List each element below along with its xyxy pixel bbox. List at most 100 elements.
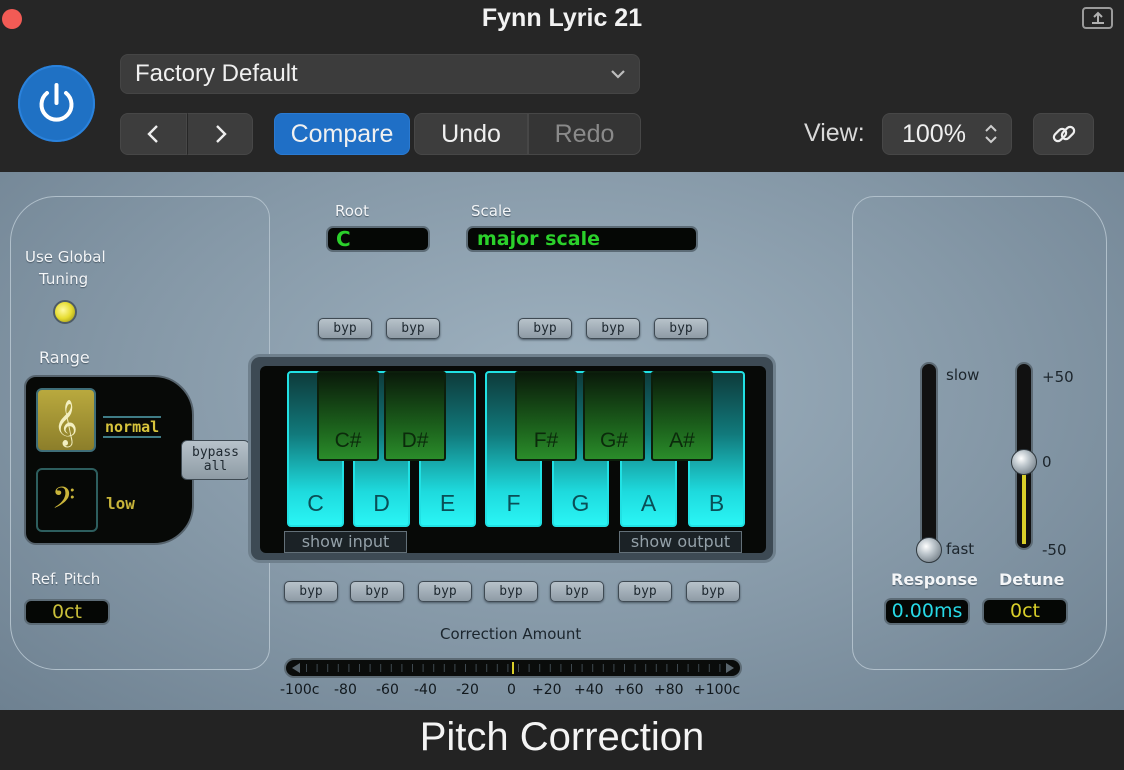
response-display[interactable]: 0.00ms bbox=[884, 598, 970, 625]
byp-d-sharp[interactable]: byp bbox=[386, 318, 440, 339]
ref-pitch-label: Ref. Pitch bbox=[31, 570, 101, 588]
bypass-all-button[interactable]: bypass all bbox=[181, 440, 250, 480]
response-fast-label: fast bbox=[946, 540, 975, 558]
response-slider-track[interactable] bbox=[920, 362, 938, 550]
correction-tick-mark bbox=[539, 664, 541, 672]
key-d-sharp[interactable]: D# bbox=[384, 371, 446, 461]
correction-tick-mark bbox=[486, 664, 488, 672]
correction-tick-mark bbox=[571, 664, 572, 672]
correction-amount-slider[interactable] bbox=[284, 658, 742, 678]
byp-g[interactable]: byp bbox=[550, 581, 604, 602]
bypass-all-line2: all bbox=[203, 459, 228, 474]
detune-fill bbox=[1022, 468, 1026, 544]
power-button[interactable] bbox=[18, 65, 95, 142]
corr-tick-label: +100c bbox=[694, 682, 741, 698]
correction-tick-mark bbox=[666, 664, 668, 672]
correction-tick-mark bbox=[645, 664, 647, 672]
corr-tick-label: -40 bbox=[414, 682, 437, 698]
byp-f-sharp[interactable]: byp bbox=[518, 318, 572, 339]
correction-tick-mark bbox=[412, 664, 413, 672]
pitch-correction-panel: Root C Scale major scale Use Global Tuni… bbox=[0, 172, 1124, 710]
byp-c-sharp[interactable]: byp bbox=[318, 318, 372, 339]
global-tuning-label: Use Global bbox=[25, 248, 106, 266]
root-display[interactable]: C bbox=[326, 226, 430, 252]
compare-button[interactable]: Compare bbox=[274, 113, 410, 155]
correction-tick-mark bbox=[507, 664, 509, 672]
key-label: B bbox=[708, 490, 725, 516]
detune-label: Detune bbox=[999, 570, 1065, 589]
note-keyboard: C D E F G A B C# D# F# G# A# show input … bbox=[260, 366, 766, 553]
range-selector: 𝄞 normal 𝄢 low bbox=[24, 375, 194, 545]
scale-display[interactable]: major scale bbox=[466, 226, 698, 252]
response-slow-label: slow bbox=[946, 366, 980, 384]
correction-tick-mark bbox=[624, 664, 625, 672]
byp-g-sharp[interactable]: byp bbox=[586, 318, 640, 339]
correction-tick-mark bbox=[677, 664, 678, 672]
root-label: Root bbox=[335, 202, 369, 220]
corr-tick-label: +80 bbox=[654, 682, 684, 698]
zoom-dropdown[interactable]: 100% bbox=[882, 113, 1012, 155]
detune-slider-knob[interactable] bbox=[1011, 449, 1037, 475]
key-label: A bbox=[640, 490, 657, 516]
plugin-footer: Pitch Correction bbox=[0, 710, 1124, 770]
undo-button[interactable]: Undo bbox=[414, 113, 528, 155]
correction-tick-mark bbox=[698, 664, 700, 672]
byp-a[interactable]: byp bbox=[618, 581, 672, 602]
correction-tick-mark bbox=[433, 664, 435, 672]
byp-f[interactable]: byp bbox=[484, 581, 538, 602]
range-low-label[interactable]: low bbox=[106, 494, 135, 513]
byp-e[interactable]: byp bbox=[418, 581, 472, 602]
key-c-sharp[interactable]: C# bbox=[317, 371, 379, 461]
up-down-chevron-icon bbox=[985, 124, 997, 144]
treble-clef-icon[interactable]: 𝄞 bbox=[36, 388, 96, 452]
correction-tick-mark bbox=[602, 664, 604, 672]
key-label: A# bbox=[669, 429, 695, 452]
power-icon bbox=[39, 83, 74, 122]
response-slider-knob[interactable] bbox=[916, 537, 942, 563]
key-g-sharp[interactable]: G# bbox=[583, 371, 645, 461]
correction-tick-mark bbox=[348, 664, 350, 672]
correction-tick-mark bbox=[422, 664, 424, 672]
window-title: Fynn Lyric 21 bbox=[481, 4, 643, 32]
correction-amount-label: Correction Amount bbox=[440, 625, 582, 643]
detune-minus-label: -50 bbox=[1042, 541, 1067, 559]
key-label: G# bbox=[599, 429, 628, 452]
key-label: G bbox=[571, 490, 590, 516]
previous-preset-button[interactable] bbox=[120, 113, 187, 155]
link-button[interactable] bbox=[1033, 113, 1094, 155]
byp-b[interactable]: byp bbox=[686, 581, 740, 602]
show-output-button[interactable]: show output bbox=[619, 531, 742, 553]
preset-dropdown[interactable]: Factory Default bbox=[120, 54, 640, 94]
correction-tick-mark bbox=[401, 664, 403, 672]
byp-d[interactable]: byp bbox=[350, 581, 404, 602]
key-f-sharp[interactable]: F# bbox=[515, 371, 577, 461]
key-label: D# bbox=[401, 429, 429, 452]
key-a-sharp[interactable]: A# bbox=[651, 371, 713, 461]
chevron-down-icon bbox=[611, 70, 625, 79]
correction-tick-mark bbox=[687, 664, 689, 672]
range-label: Range bbox=[39, 348, 90, 367]
range-normal-label[interactable]: normal bbox=[103, 416, 162, 438]
correction-tick-mark bbox=[549, 664, 551, 672]
show-input-button[interactable]: show input bbox=[284, 531, 407, 553]
corr-tick-label: -60 bbox=[376, 682, 399, 698]
preset-name: Factory Default bbox=[135, 60, 298, 87]
detune-display[interactable]: 0ct bbox=[982, 598, 1068, 625]
expand-icon[interactable] bbox=[1082, 7, 1113, 29]
ref-pitch-display[interactable]: 0ct bbox=[24, 599, 110, 625]
key-label: C bbox=[307, 490, 324, 516]
corr-tick-label: -100c bbox=[280, 682, 320, 698]
correction-tick-mark bbox=[613, 664, 615, 672]
corr-tick-label: +20 bbox=[532, 682, 562, 698]
bass-clef-icon[interactable]: 𝄢 bbox=[36, 468, 98, 532]
correction-tick-mark bbox=[306, 664, 307, 672]
bypass-all-line1: bypass bbox=[192, 445, 239, 460]
next-preset-button[interactable] bbox=[187, 113, 253, 155]
byp-a-sharp[interactable]: byp bbox=[654, 318, 708, 339]
corr-tick-label: +60 bbox=[614, 682, 644, 698]
byp-c[interactable]: byp bbox=[284, 581, 338, 602]
key-label: C# bbox=[334, 429, 362, 452]
redo-button[interactable]: Redo bbox=[528, 113, 641, 155]
correction-tick-mark bbox=[560, 664, 562, 672]
global-tuning-toggle[interactable] bbox=[53, 300, 77, 324]
